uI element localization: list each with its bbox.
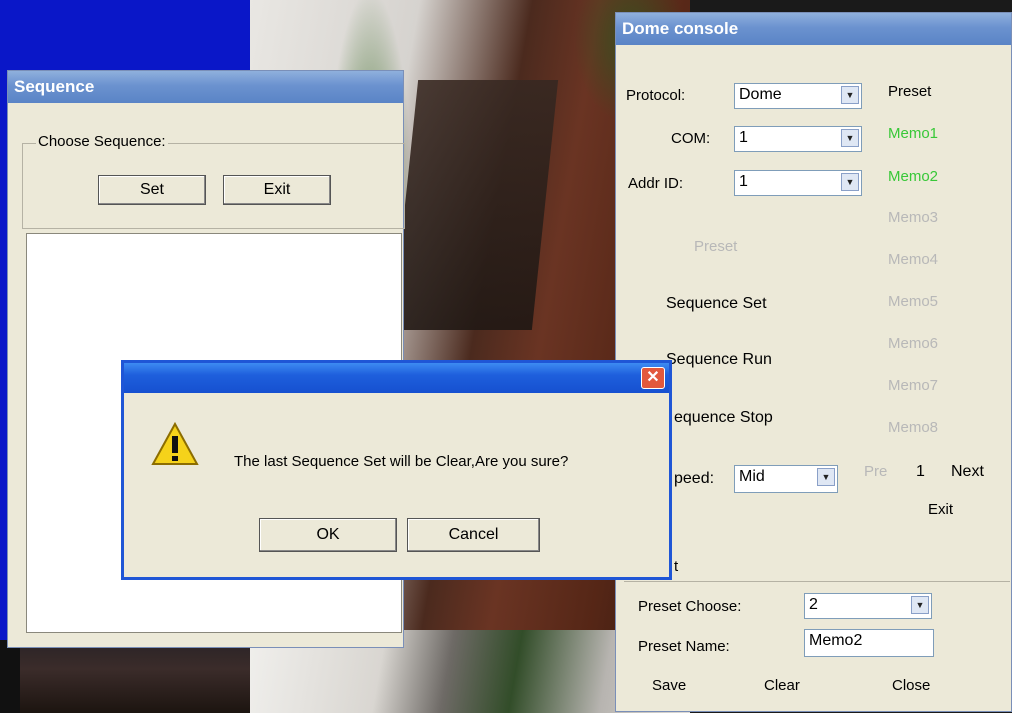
choose-sequence-group [22,143,405,229]
speed-value: Mid [739,468,765,485]
dome-console-window: Dome console Protocol: Dome ▼ COM: 1 ▼ A… [615,12,1012,712]
chevron-down-icon[interactable]: ▼ [817,468,835,486]
next-button[interactable]: Next [951,463,984,481]
warning-icon [151,421,199,465]
preset-group [624,581,1010,584]
close-button[interactable]: Close [892,677,930,694]
cancel-button[interactable]: Cancel [407,518,540,552]
sequence-stop-button[interactable]: equence Stop [674,409,773,427]
preset-name-label: Preset Name: [638,638,730,655]
dome-console-title[interactable]: Dome console [616,13,1011,45]
preset-name-value: Memo2 [809,632,863,649]
exit-button[interactable]: Exit [928,501,953,518]
preset-name-input[interactable]: Memo2 [804,629,934,657]
set-button[interactable]: Set [98,175,206,205]
preset-choose-value: 2 [809,596,818,613]
preset-button[interactable]: Preset [694,238,737,255]
addr-id-label: Addr ID: [628,175,684,192]
chevron-down-icon[interactable]: ▼ [841,173,859,191]
addr-id-select[interactable]: 1 ▼ [734,170,862,196]
speed-select[interactable]: Mid ▼ [734,465,838,493]
chevron-down-icon[interactable]: ▼ [841,86,859,104]
memo-3[interactable]: Memo3 [888,209,938,226]
memo-2[interactable]: Memo2 [888,168,938,185]
sequence-run-button[interactable]: Sequence Run [666,351,772,369]
memo-5[interactable]: Memo5 [888,293,938,310]
sequence-window-title[interactable]: Sequence [8,71,403,103]
page-number: 1 [916,463,925,480]
chevron-down-icon[interactable]: ▼ [841,129,859,147]
com-select[interactable]: 1 ▼ [734,126,862,152]
clear-button[interactable]: Clear [764,677,800,694]
speed-label: peed: [674,470,715,487]
dialog-message: The last Sequence Set will be Clear,Are … [234,453,569,470]
video-edge [0,640,20,713]
preset-choose-label: Preset Choose: [638,598,742,615]
sequence-set-button[interactable]: Sequence Set [666,295,767,313]
preset-group-label: t [674,558,679,575]
memo-8[interactable]: Memo8 [888,419,938,436]
exit-button[interactable]: Exit [223,175,331,205]
video-chair [391,80,559,330]
com-label: COM: [671,130,711,147]
chevron-down-icon[interactable]: ▼ [911,596,929,614]
memo-6[interactable]: Memo6 [888,335,938,352]
memo-7[interactable]: Memo7 [888,377,938,394]
choose-sequence-label: Choose Sequence: [36,133,168,150]
memo-1[interactable]: Memo1 [888,125,938,142]
memo-4[interactable]: Memo4 [888,251,938,268]
addr-id-value: 1 [739,173,748,190]
preset-choose-select[interactable]: 2 ▼ [804,593,932,619]
pre-button[interactable]: Pre [864,463,887,480]
dialog-title-bar[interactable] [124,363,669,393]
video-pane-bottom-left [0,640,250,713]
save-button[interactable]: Save [652,677,686,694]
close-icon[interactable]: ✕ [641,367,665,389]
confirm-dialog: ✕ The last Sequence Set will be Clear,Ar… [121,360,672,580]
protocol-value: Dome [739,86,782,103]
protocol-select[interactable]: Dome ▼ [734,83,862,109]
ok-button[interactable]: OK [259,518,397,552]
protocol-label: Protocol: [626,87,686,104]
preset-header: Preset [888,83,932,100]
com-value: 1 [739,129,748,146]
